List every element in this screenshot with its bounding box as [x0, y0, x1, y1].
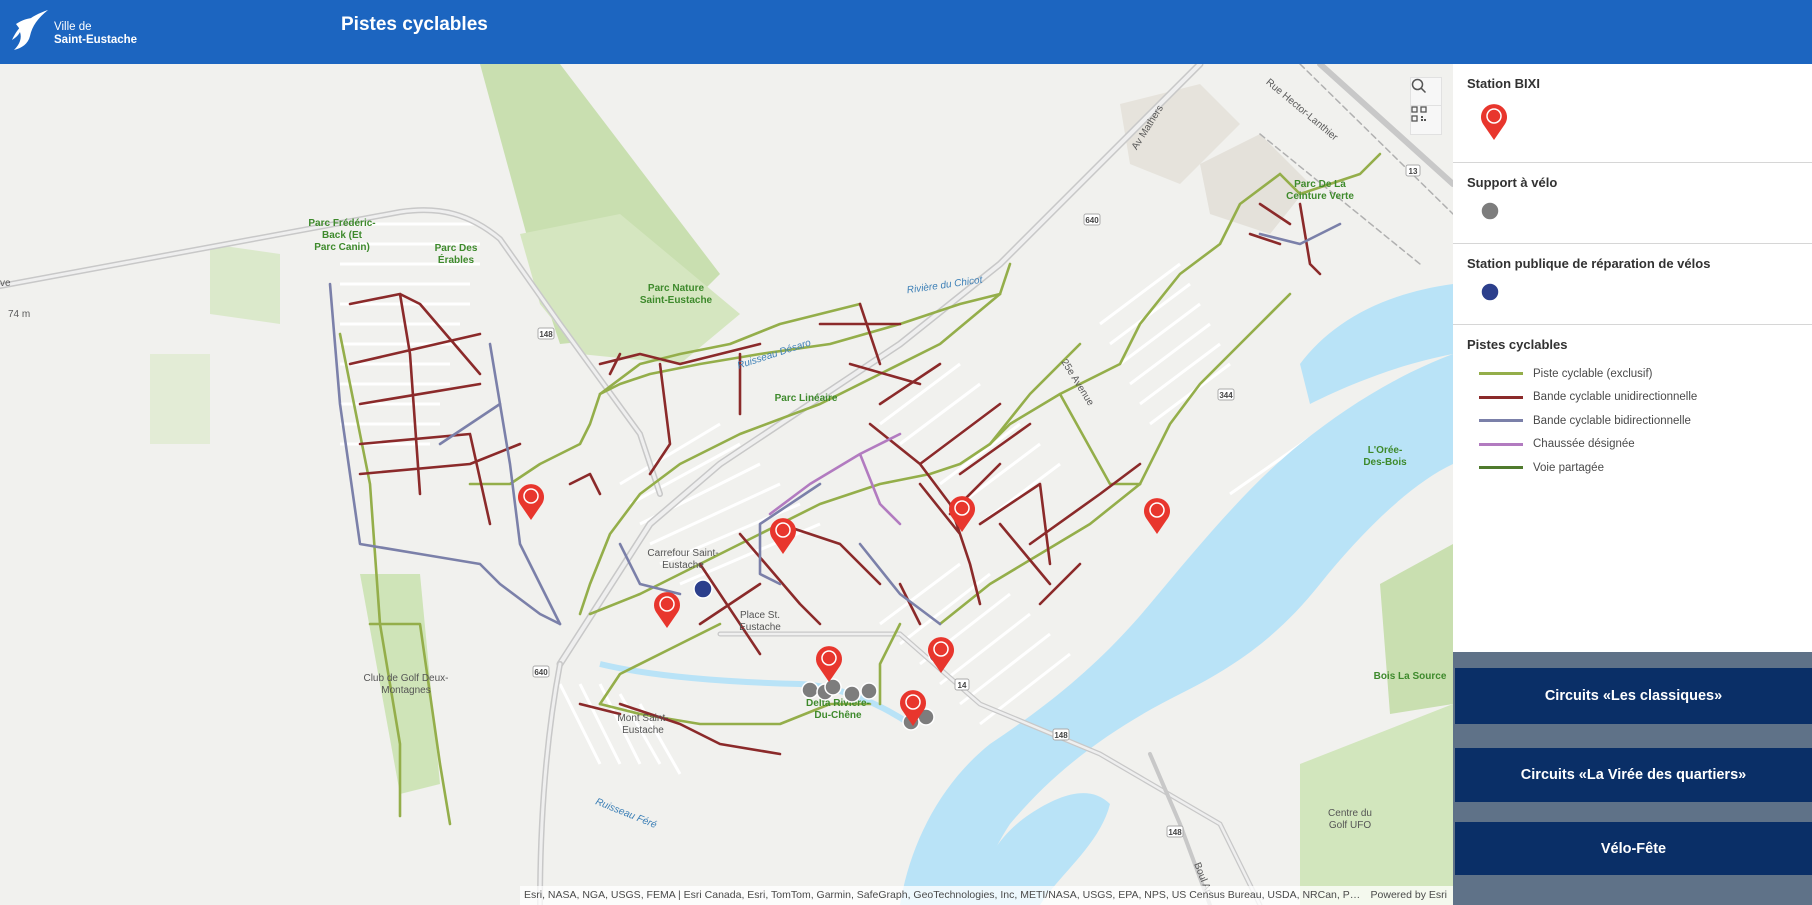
- route-14-label: 14: [958, 681, 967, 690]
- bike-station-pin-icon: [1481, 104, 1507, 140]
- place-label: Golf UFO: [1329, 820, 1371, 831]
- place-label: Montagnes: [381, 685, 430, 696]
- legend-swatch: [1479, 442, 1523, 446]
- park-label: Ceinture Verte: [1286, 191, 1354, 202]
- legend-swatch: [1479, 372, 1523, 376]
- bike-rack-icon[interactable]: [860, 682, 878, 700]
- route-640-label: 640: [534, 668, 548, 677]
- park-label: Du-Chêne: [814, 710, 862, 721]
- park-label: Parc Canin): [314, 242, 370, 253]
- elevation-label: 74 m: [8, 309, 30, 320]
- legend-section-repair: Station publique de réparation de vélos: [1453, 244, 1812, 325]
- qr-code-button[interactable]: [1410, 105, 1442, 135]
- basemap[interactable]: Parc Frédéric- Back (Et Parc Canin) Parc…: [0, 64, 1453, 905]
- legend-row: Voie partagée: [1467, 456, 1798, 480]
- velo-fete-button[interactable]: Vélo-Fête: [1455, 822, 1812, 875]
- legend-section-paths: Pistes cyclables Piste cyclable (exclusi…: [1453, 325, 1812, 490]
- place-label: Club de Golf Deux-: [363, 673, 448, 684]
- legend-swatch: [1479, 419, 1523, 423]
- park-label: Des-Bois: [1363, 457, 1407, 468]
- park-label: Parc Des: [435, 243, 478, 254]
- place-label: Carrefour Saint-: [647, 548, 718, 559]
- route-344-label: 344: [1219, 391, 1233, 400]
- legend-swatch: [1479, 395, 1523, 399]
- place-label: Eustache: [622, 725, 664, 736]
- legend-label: Bande cyclable unidirectionnelle: [1533, 391, 1698, 404]
- legend-section-bixi: Station BIXI: [1453, 64, 1812, 163]
- park-label: Delta Rivière-: [806, 698, 870, 709]
- legend-row: Chaussée désignée: [1467, 433, 1798, 457]
- park-label: Parc Frédéric-: [308, 218, 375, 229]
- legend-label: Voie partagée: [1533, 461, 1604, 474]
- field-area: [150, 354, 210, 444]
- route-148-label: 148: [1168, 828, 1182, 837]
- bike-rack-icon: [1480, 201, 1500, 221]
- map-view[interactable]: Parc Frédéric- Back (Et Parc Canin) Parc…: [0, 64, 1453, 905]
- circuits-classiques-button[interactable]: Circuits «Les classiques»: [1455, 668, 1812, 724]
- repair-station-icon[interactable]: [693, 579, 713, 599]
- circuits-viree-quartiers-button[interactable]: Circuits «La Virée des quartiers»: [1455, 748, 1812, 802]
- legend-row: Bande cyclable bidirectionnelle: [1467, 409, 1798, 433]
- legend-title-rack: Support à vélo: [1467, 175, 1558, 190]
- route-640-label: 640: [1085, 216, 1099, 225]
- bike-rack-icon[interactable]: [824, 678, 842, 696]
- legend-swatch: [1479, 466, 1523, 470]
- park-label: Bois La Source: [1374, 671, 1447, 682]
- powered-by-esri-link[interactable]: Powered by Esri: [1371, 886, 1447, 905]
- map-attribution: Esri, NASA, NGA, USGS, FEMA | Esri Canad…: [520, 886, 1453, 905]
- road-label: ve: [0, 278, 11, 289]
- attribution-text: Esri, NASA, NGA, USGS, FEMA | Esri Canad…: [524, 889, 1364, 901]
- legend-title-repair: Station publique de réparation de vélos: [1467, 256, 1711, 271]
- logo-line-1: Ville de: [54, 21, 92, 33]
- app-header: Ville de Saint-Eustache Pistes cyclables: [0, 0, 1812, 64]
- route-13-label: 13: [1409, 167, 1418, 176]
- place-label: Eustache: [739, 622, 781, 633]
- legend-row: Piste cyclable (exclusif): [1467, 362, 1798, 386]
- city-logo-text: Ville de Saint-Eustache: [54, 21, 137, 47]
- search-button[interactable]: [1410, 77, 1442, 107]
- place-label: Eustache: [662, 560, 704, 571]
- bike-rack-icon[interactable]: [843, 685, 861, 703]
- route-148-label: 148: [539, 330, 553, 339]
- place-label: Mont Saint-: [617, 713, 668, 724]
- legend-section-rack: Support à vélo: [1453, 163, 1812, 244]
- field-area: [210, 244, 280, 324]
- legend-label: Piste cyclable (exclusif): [1533, 367, 1653, 380]
- legend-title-bixi: Station BIXI: [1467, 76, 1540, 91]
- city-logo-icon: [12, 10, 48, 50]
- park-label: Parc Linéaire: [775, 393, 838, 404]
- page-title: Pistes cyclables: [341, 14, 488, 35]
- route-148-label: 148: [1054, 731, 1068, 740]
- legend-panel: Station BIXI Support à vélo Station publ…: [1453, 64, 1812, 652]
- legend-label: Chaussée désignée: [1533, 438, 1635, 451]
- park-label: Parc De La: [1294, 179, 1346, 190]
- park-label: Back (Et: [322, 230, 363, 241]
- search-icon: [1411, 78, 1427, 94]
- legend-label: Bande cyclable bidirectionnelle: [1533, 414, 1691, 427]
- qr-code-icon: [1411, 106, 1427, 122]
- logo-line-2: Saint-Eustache: [54, 34, 138, 46]
- park-label: L'Orée-: [1368, 445, 1403, 456]
- park-label: Parc Nature: [648, 283, 705, 294]
- legend-title-paths: Pistes cyclables: [1467, 337, 1568, 352]
- place-label: Centre du: [1328, 808, 1372, 819]
- park-label: Érables: [438, 253, 475, 266]
- place-label: Place St.: [740, 610, 780, 621]
- legend-row: Bande cyclable unidirectionnelle: [1467, 386, 1798, 410]
- bike-rack-icon[interactable]: [801, 681, 819, 699]
- repair-station-icon: [1480, 282, 1500, 302]
- park-label: Saint-Eustache: [640, 295, 713, 306]
